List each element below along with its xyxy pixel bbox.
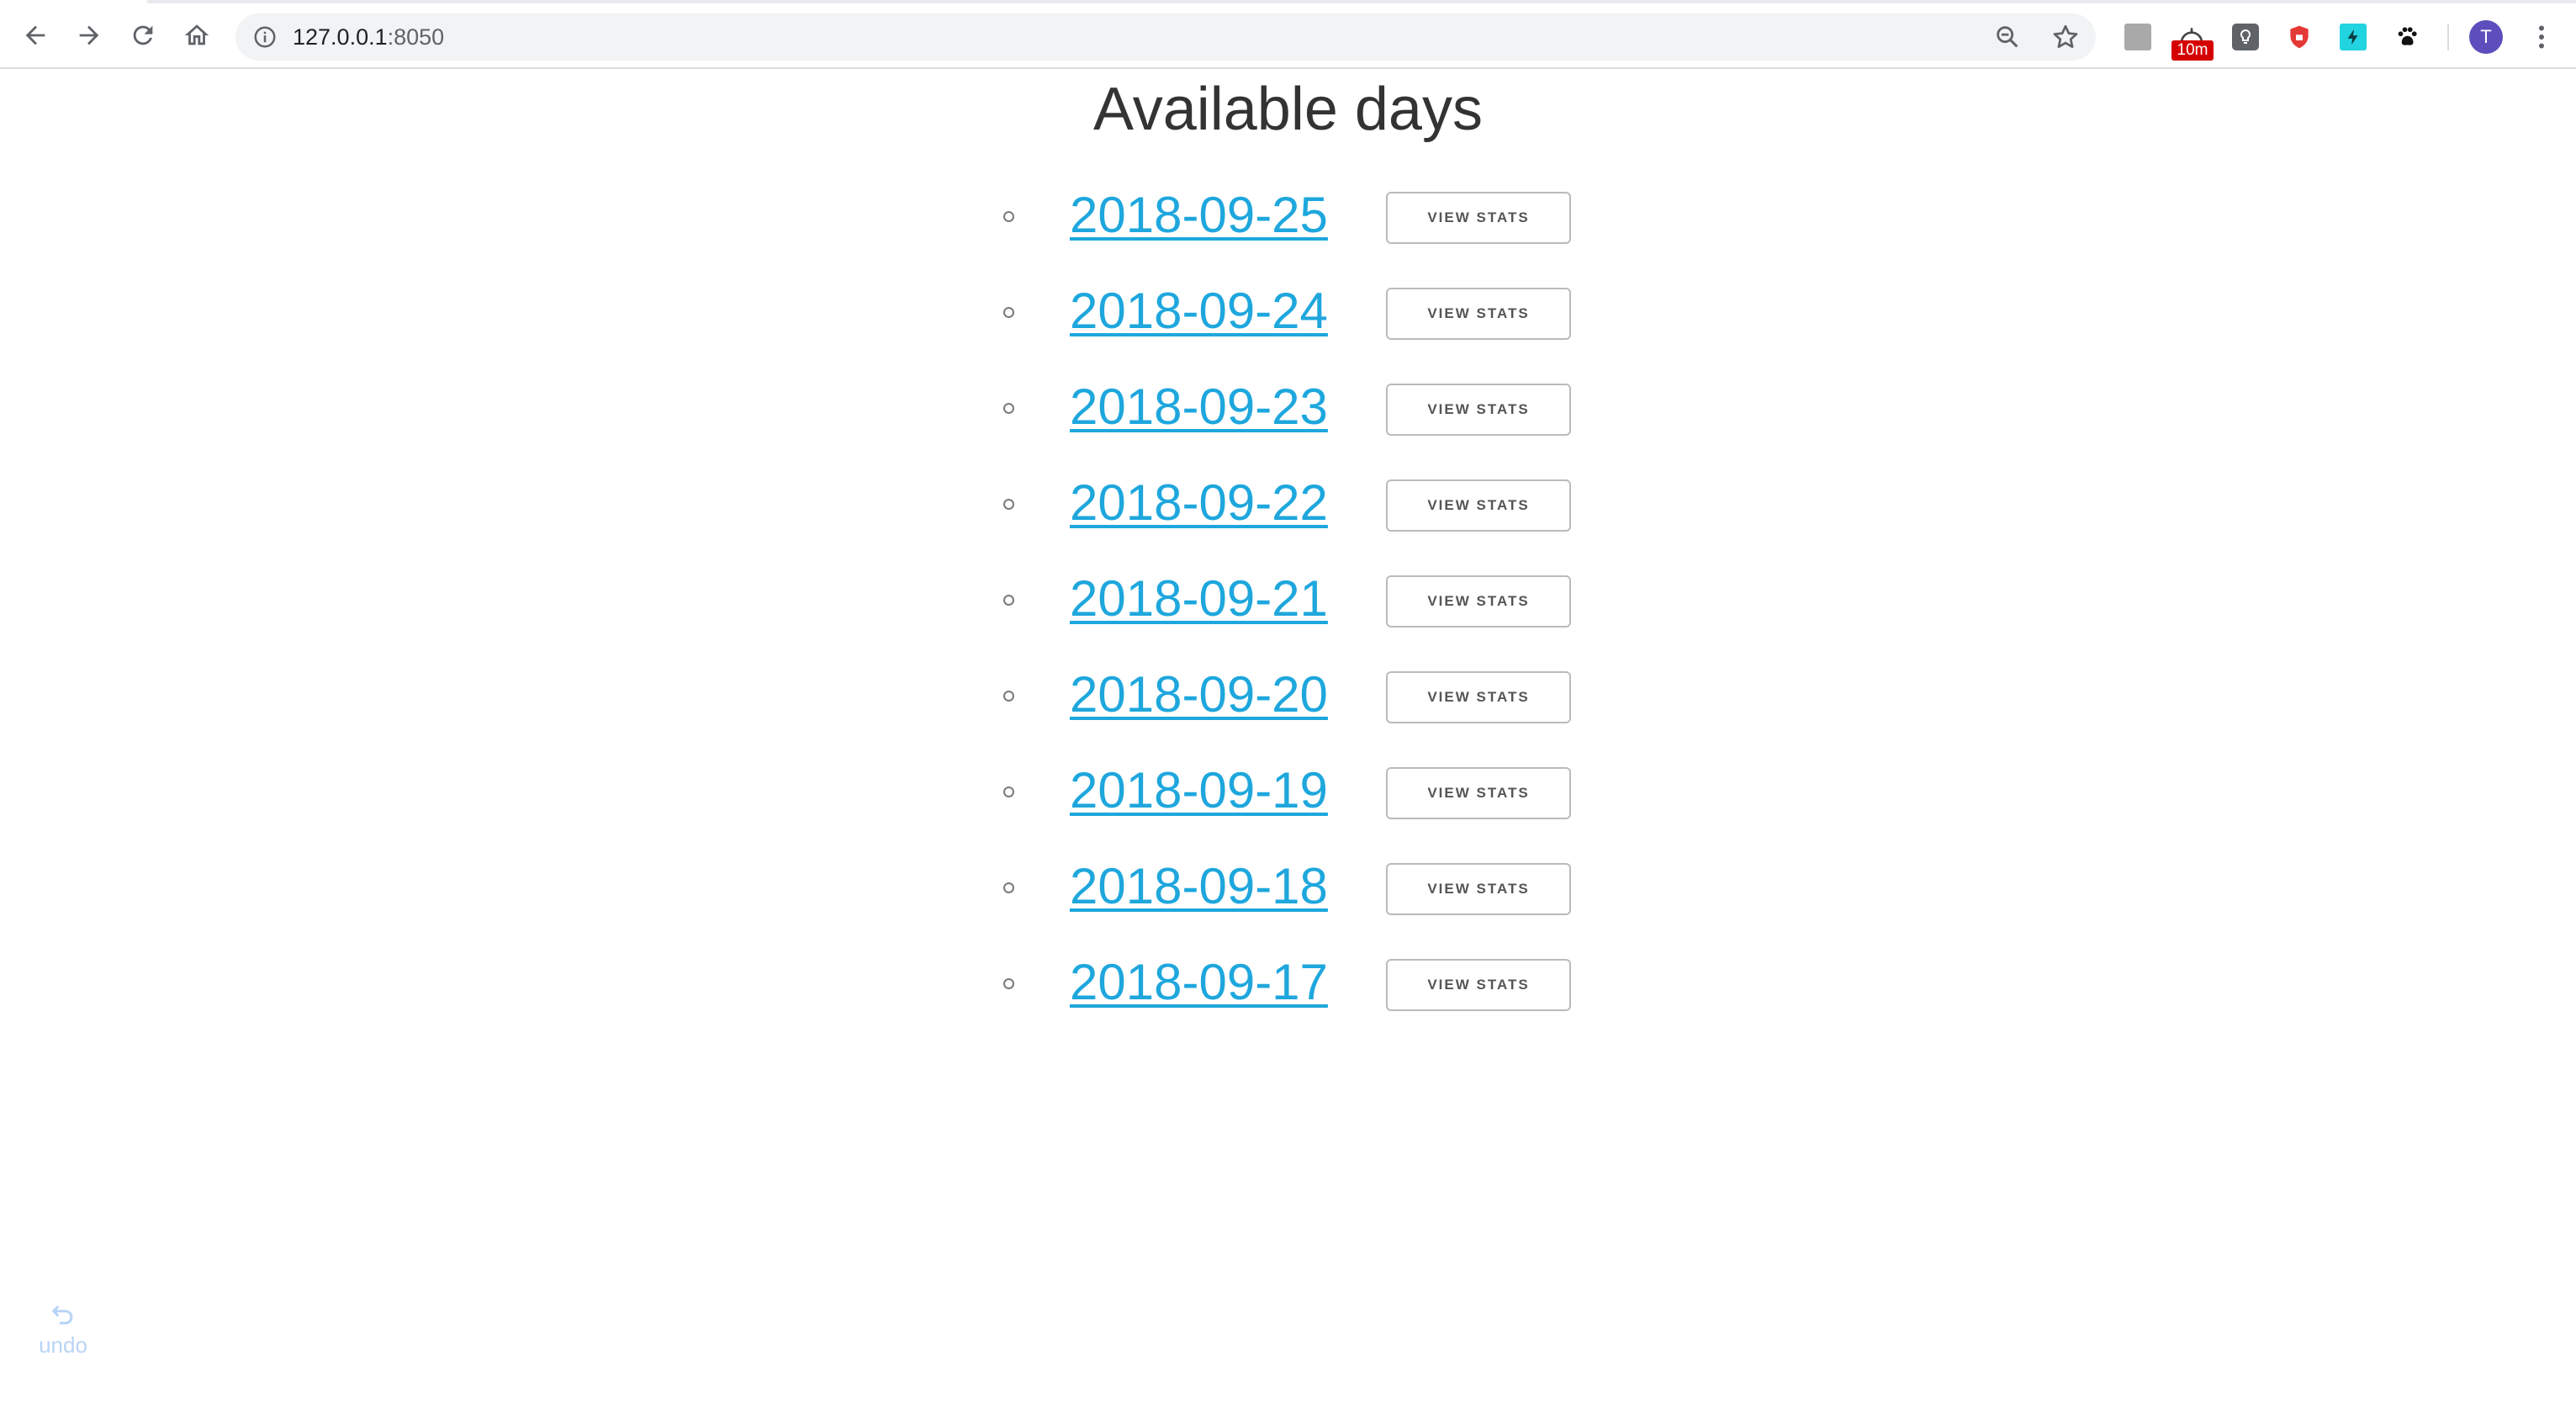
day-link[interactable]: 2018-09-24 <box>1070 281 1328 342</box>
arrow-right-icon <box>79 25 99 45</box>
toolbar-separator <box>2447 24 2449 50</box>
list-item: 2018-09-23 VIEW STATS <box>1001 377 1590 444</box>
list-item: 2018-09-25 VIEW STATS <box>1001 185 1590 252</box>
list-item: 2018-09-19 VIEW STATS <box>1001 760 1590 828</box>
view-stats-button[interactable]: VIEW STATS <box>1386 959 1571 1011</box>
url-port: :8050 <box>387 24 445 50</box>
view-stats-button[interactable]: VIEW STATS <box>1386 767 1571 819</box>
day-link[interactable]: 2018-09-21 <box>1070 569 1328 629</box>
bullet-circle-icon <box>1003 595 1014 606</box>
undo-icon <box>52 1305 73 1325</box>
bullet-circle-icon <box>1003 403 1014 414</box>
url-text[interactable]: 127.0.0.1:8050 <box>293 24 444 50</box>
day-link[interactable]: 2018-09-22 <box>1070 473 1328 533</box>
timer-badge: 10m <box>2171 40 2214 61</box>
reload-icon <box>133 25 153 45</box>
extension-grey-icon[interactable] <box>2124 24 2151 50</box>
view-stats-button[interactable]: VIEW STATS <box>1386 671 1571 723</box>
bullet-circle-icon <box>1003 691 1014 702</box>
bolt-icon <box>2347 29 2358 45</box>
arrow-left-icon <box>25 25 45 45</box>
list-item: 2018-09-20 VIEW STATS <box>1001 665 1590 732</box>
view-stats-button[interactable]: VIEW STATS <box>1386 384 1571 436</box>
home-button[interactable] <box>173 12 220 59</box>
paw-extension-icon[interactable] <box>2394 24 2420 50</box>
day-link[interactable]: 2018-09-23 <box>1070 377 1328 437</box>
undo-button[interactable]: undo <box>34 1300 93 1359</box>
teal-extension-icon[interactable] <box>2340 24 2367 50</box>
url-host: 127.0.0.1 <box>293 24 388 50</box>
star-icon[interactable] <box>2050 22 2081 52</box>
day-link[interactable]: 2018-09-18 <box>1070 856 1328 917</box>
zoom-out-icon[interactable] <box>1993 23 2022 51</box>
bullet-circle-icon <box>1003 307 1014 318</box>
view-stats-button[interactable]: VIEW STATS <box>1386 479 1571 532</box>
bullet-circle-icon <box>1003 882 1014 893</box>
bullet-circle-icon <box>1003 978 1014 989</box>
list-item: 2018-09-22 VIEW STATS <box>1001 473 1590 540</box>
list-item: 2018-09-21 VIEW STATS <box>1001 569 1590 636</box>
bulb-extension-icon[interactable] <box>2232 24 2259 50</box>
day-link[interactable]: 2018-09-17 <box>1070 952 1328 1013</box>
reload-button[interactable] <box>119 12 167 59</box>
back-button[interactable] <box>12 12 59 59</box>
kebab-menu-icon[interactable] <box>2526 19 2557 56</box>
day-link[interactable]: 2018-09-19 <box>1070 760 1328 821</box>
lightbulb-icon <box>2240 29 2251 44</box>
view-stats-button[interactable]: VIEW STATS <box>1386 863 1571 915</box>
bullet-circle-icon <box>1003 786 1014 797</box>
shield-icon <box>2290 25 2309 49</box>
home-icon <box>184 24 209 45</box>
view-stats-button[interactable]: VIEW STATS <box>1386 192 1571 244</box>
page-title: Available days <box>1093 76 1483 143</box>
forward-button[interactable] <box>66 12 113 59</box>
info-icon[interactable] <box>252 24 278 50</box>
day-link[interactable]: 2018-09-20 <box>1070 665 1328 725</box>
undo-label: undo <box>39 1332 87 1358</box>
view-stats-button[interactable]: VIEW STATS <box>1386 575 1571 628</box>
address-bar[interactable]: 127.0.0.1:8050 <box>235 13 2096 61</box>
shield-extension-icon[interactable] <box>2286 24 2313 50</box>
paw-icon <box>2398 27 2417 45</box>
bullet-circle-icon <box>1003 211 1014 222</box>
list-item: 2018-09-17 VIEW STATS <box>1001 952 1590 1019</box>
list-item: 2018-09-24 VIEW STATS <box>1001 281 1590 348</box>
bullet-circle-icon <box>1003 499 1014 510</box>
list-item: 2018-09-18 VIEW STATS <box>1001 856 1590 924</box>
view-stats-button[interactable]: VIEW STATS <box>1386 288 1571 340</box>
profile-avatar[interactable]: T <box>2469 20 2503 54</box>
day-link[interactable]: 2018-09-25 <box>1070 185 1328 246</box>
browser-toolbar: 127.0.0.1:8050 10m T <box>0 3 2576 69</box>
